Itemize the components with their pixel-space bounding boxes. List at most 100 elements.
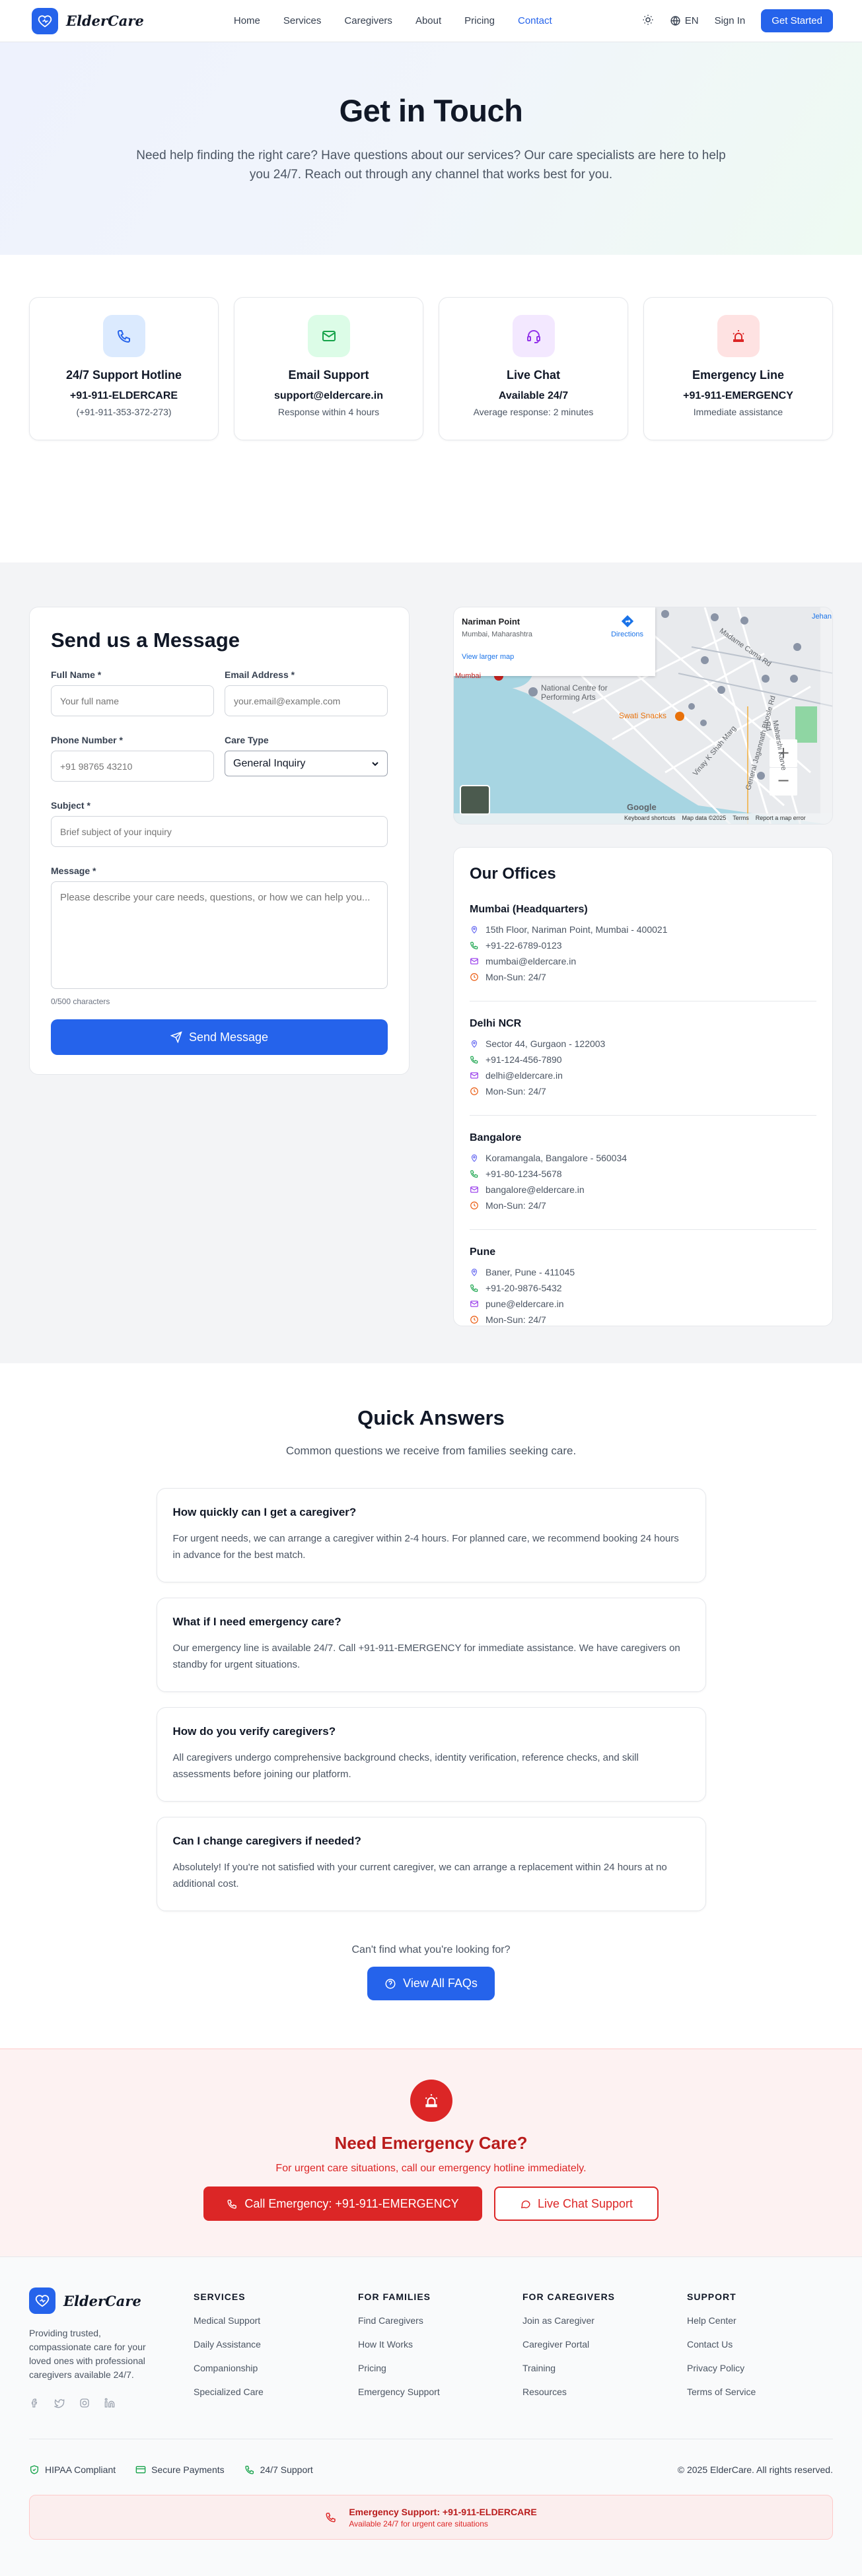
report-map-error-link[interactable]: Report a map error (756, 815, 806, 821)
instagram-icon[interactable] (79, 2398, 90, 2408)
footer-link[interactable]: Daily Assistance (194, 2339, 358, 2350)
footer-col-services: SERVICES Medical Support Daily Assistanc… (194, 2288, 358, 2408)
brand[interactable]: ElderCare (32, 7, 144, 34)
pin-icon (471, 1268, 478, 1277)
contact-card-email[interactable]: Email Support support@eldercare.in Respo… (234, 297, 423, 440)
office-map[interactable]: + − Nariman Point Mumbai, Maharashtra Di… (453, 607, 833, 825)
office-email[interactable]: mumbai@eldercare.in (485, 956, 576, 966)
live-chat-button[interactable]: Live Chat Support (494, 2186, 659, 2221)
footer-link[interactable]: Companionship (194, 2363, 358, 2373)
phone-icon (102, 315, 145, 357)
emergency-text: For urgent care situations, call our eme… (275, 2163, 587, 2174)
globe-icon (670, 16, 680, 26)
language-label: EN (684, 15, 699, 26)
nav-contact[interactable]: Contact (518, 15, 552, 26)
hipaa-badge: HIPAA Compliant (29, 2464, 116, 2475)
office-name: Bangalore (470, 1132, 522, 1143)
footer-link[interactable]: Pricing (358, 2363, 522, 2373)
footer-emergency-bar[interactable]: Emergency Support: +91-911-ELDERCARE Ava… (29, 2495, 833, 2540)
social-links (29, 2398, 194, 2408)
nav-pricing[interactable]: Pricing (464, 15, 495, 26)
full-name-input[interactable] (51, 685, 214, 716)
nav-caregivers[interactable]: Caregivers (344, 15, 392, 26)
card-sub: Response within 4 hours (277, 407, 380, 417)
phone-input[interactable] (51, 751, 214, 782)
office-phone-row: +91-20-9876-5432 (470, 1280, 816, 1296)
clock-icon (470, 973, 478, 981)
card-title: Email Support (288, 368, 369, 382)
email-label: Email Address * (225, 669, 295, 680)
message-textarea[interactable] (51, 881, 388, 989)
facebook-icon[interactable] (29, 2398, 40, 2408)
footer-link[interactable]: Resources (522, 2387, 687, 2397)
office-email[interactable]: pune@eldercare.in (485, 1299, 564, 1309)
footer-link[interactable]: Privacy Policy (687, 2363, 832, 2373)
office-email[interactable]: delhi@eldercare.in (485, 1070, 563, 1081)
footer-link[interactable]: Terms of Service (687, 2387, 832, 2397)
card-title: Live Chat (506, 368, 561, 382)
footer-col-title: SERVICES (194, 2291, 246, 2302)
footer-link[interactable]: Join as Caregiver (522, 2315, 687, 2326)
email-input[interactable] (225, 685, 388, 716)
faq-more-text: Can't find what you're looking for? (351, 1944, 511, 1955)
footer-link[interactable]: Medical Support (194, 2315, 358, 2326)
contact-card-hotline[interactable]: 24/7 Support Hotline +91-911-ELDERCARE (… (29, 297, 219, 440)
view-all-faqs-label: View All FAQs (403, 1977, 478, 1990)
chevron-down-icon (372, 761, 378, 766)
footer: ElderCare Providing trusted, compassiona… (0, 2256, 862, 2576)
office-hours: Mon-Sun: 24/7 (485, 1200, 546, 1211)
footer-link[interactable]: Find Caregivers (358, 2315, 522, 2326)
office-phone[interactable]: +91-20-9876-5432 (485, 1283, 562, 1293)
contact-card-chat[interactable]: Live Chat Available 24/7 Average respons… (439, 297, 628, 440)
nav-services[interactable]: Services (283, 15, 322, 26)
footer-link[interactable]: Contact Us (687, 2339, 832, 2350)
send-message-button[interactable]: Send Message (51, 1019, 388, 1055)
office-phone[interactable]: +91-124-456-7890 (485, 1054, 562, 1065)
footer-col-families: FOR FAMILIES Find Caregivers How It Work… (358, 2288, 522, 2408)
send-label: Send Message (188, 1030, 269, 1044)
faq-subtitle: Common questions we receive from familie… (285, 1444, 577, 1457)
character-counter: 0/500 characters (51, 997, 110, 1006)
get-started-button[interactable]: Get Started (761, 9, 833, 32)
contact-card-emergency[interactable]: Emergency Line +91-911-EMERGENCY Immedia… (643, 297, 833, 440)
theme-toggle-icon[interactable] (642, 14, 654, 28)
mail-icon (470, 958, 478, 965)
office-phone[interactable]: +91-22-6789-0123 (485, 940, 562, 951)
office-addr: Baner, Pune - 411045 (485, 1267, 575, 1277)
faq-item: How quickly can I get a caregiver? For u… (156, 1488, 706, 1582)
footer-link[interactable]: Specialized Care (194, 2387, 358, 2397)
subject-input[interactable] (51, 816, 388, 847)
map-directions-button[interactable]: Directions (611, 614, 643, 638)
footer-link[interactable]: Help Center (687, 2315, 832, 2326)
view-all-faqs-button[interactable]: View All FAQs (367, 1967, 495, 2000)
subject-label: Subject * (51, 800, 90, 811)
nav-about[interactable]: About (415, 15, 441, 26)
nav-home[interactable]: Home (234, 15, 260, 26)
nav-links: Home Services Caregivers About Pricing C… (234, 15, 552, 26)
sign-in-link[interactable]: Sign In (715, 15, 746, 26)
footer-link[interactable]: How It Works (358, 2339, 522, 2350)
office-hours-row: Mon-Sun: 24/7 (470, 1198, 816, 1213)
care-type-select[interactable]: General Inquiry (225, 751, 388, 776)
chat-bubble-icon (521, 2200, 530, 2208)
call-emergency-button[interactable]: Call Emergency: +91-911-EMERGENCY (203, 2186, 482, 2221)
directions-label: Directions (611, 630, 643, 638)
language-selector[interactable]: EN (670, 15, 699, 26)
faq-question: How do you verify caregivers? (172, 1725, 336, 1738)
map-terms-link[interactable]: Terms (733, 815, 749, 821)
office-email[interactable]: bangalore@eldercare.in (485, 1184, 585, 1195)
view-larger-map-link[interactable]: View larger map (462, 653, 647, 661)
live-chat-label: Live Chat Support (537, 2196, 633, 2210)
footer-link[interactable]: Emergency Support (358, 2387, 522, 2397)
linkedin-icon[interactable] (104, 2398, 115, 2408)
twitter-icon[interactable] (54, 2398, 65, 2408)
card-title: Emergency Line (692, 368, 785, 382)
keyboard-shortcuts-link[interactable]: Keyboard shortcuts (624, 815, 676, 821)
footer-link[interactable]: Caregiver Portal (522, 2339, 687, 2350)
footer-brand[interactable]: ElderCare (29, 2288, 194, 2314)
heart-icon (29, 2288, 55, 2314)
emergency-title: Need Emergency Care? (334, 2133, 528, 2153)
siren-icon (410, 2080, 452, 2122)
footer-link[interactable]: Training (522, 2363, 687, 2373)
office-phone[interactable]: +91-80-1234-5678 (485, 1169, 562, 1179)
